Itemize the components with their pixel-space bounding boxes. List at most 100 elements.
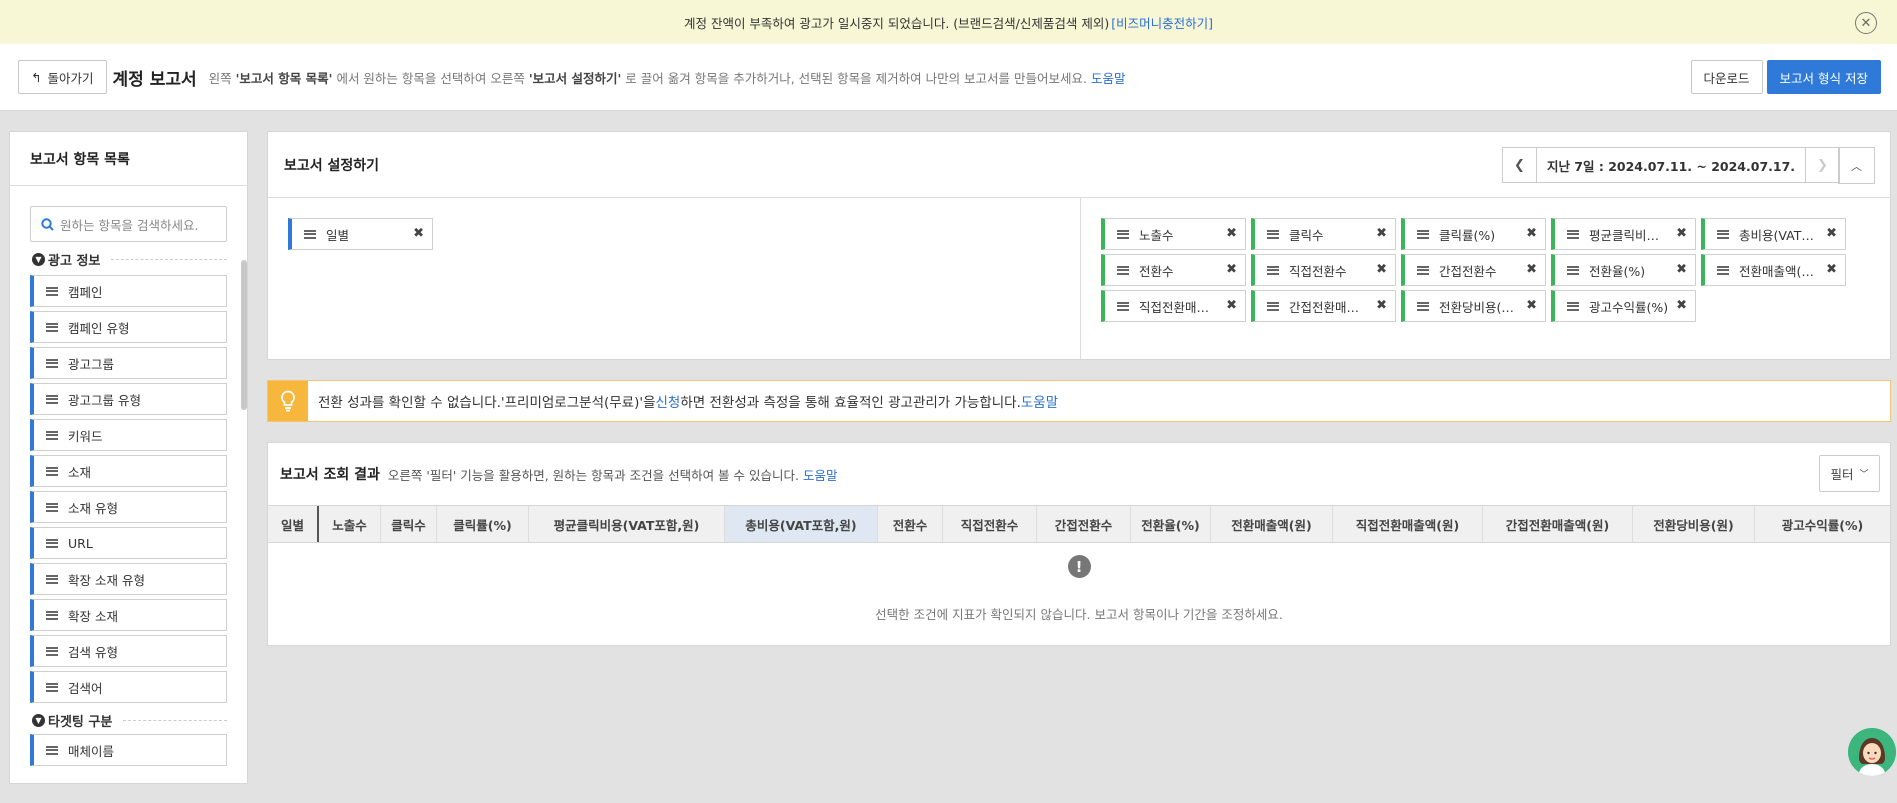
column-header[interactable]: 직접전환매출액(원) [1333, 506, 1483, 542]
close-icon[interactable]: ✕ [1855, 12, 1877, 34]
date-range-label[interactable]: 지난 7일 : 2024.07.11. ~ 2024.07.17. [1536, 148, 1806, 182]
list-item[interactable]: 캠페인 유형 [30, 311, 227, 343]
drag-handle-icon [1117, 301, 1129, 311]
alert-text: 전환 성과를 확인할 수 없습니다.'프리미엄로그분석(무료)'을 [318, 395, 656, 411]
metric-chip[interactable]: 전환율(%) ✖ [1551, 254, 1696, 286]
column-header[interactable]: 간접전환수 [1037, 506, 1131, 542]
desc-part: 에서 원하는 항목을 선택하여 오른쪽 [332, 70, 529, 86]
assistant-avatar-icon [1848, 728, 1896, 776]
list-item[interactable]: 캠페인 [30, 275, 227, 307]
drag-handle-icon [1117, 229, 1129, 239]
column-header[interactable]: 전환율(%) [1131, 506, 1211, 542]
list-item[interactable]: 키워드 [30, 419, 227, 451]
remove-icon[interactable]: ✖ [1226, 263, 1237, 276]
chip-label: 직접전환매… [1139, 299, 1210, 315]
column-header[interactable]: 클릭률(%) [437, 506, 529, 542]
help-link[interactable]: 도움말 [1021, 391, 1058, 411]
metric-chip[interactable]: 간접전환수 ✖ [1401, 254, 1546, 286]
metric-chip[interactable]: 전환당비용(… ✖ [1401, 290, 1546, 322]
group-targeting[interactable]: ▼ 타겟팅 구분 [32, 711, 227, 730]
metric-chip[interactable]: 클릭률(%) ✖ [1401, 218, 1546, 250]
sidebar-scrollbar[interactable] [241, 260, 247, 410]
item-label: 확장 소재 유형 [68, 572, 145, 588]
metric-chip[interactable]: 총비용(VAT… ✖ [1701, 218, 1846, 250]
chevron-down-icon: ▼ [32, 714, 45, 727]
list-item[interactable]: 확장 소재 유형 [30, 563, 227, 595]
remove-icon[interactable]: ✖ [413, 227, 424, 240]
remove-icon[interactable]: ✖ [1826, 263, 1837, 276]
column-header[interactable]: 전환매출액(원) [1211, 506, 1333, 542]
remove-icon[interactable]: ✖ [1376, 227, 1387, 240]
save-format-button[interactable]: 보고서 형식 저장 [1766, 60, 1881, 94]
drag-handle-icon [1417, 301, 1429, 311]
group-label: 타겟팅 구분 [48, 715, 113, 730]
column-header[interactable]: 전환당비용(원) [1633, 506, 1755, 542]
chevron-right-icon[interactable]: ❯ [1806, 148, 1839, 182]
remove-icon[interactable]: ✖ [1526, 227, 1537, 240]
drag-handle-icon [46, 646, 58, 656]
drag-handle-icon [1117, 265, 1129, 275]
metric-chip[interactable]: 전환매출액(… ✖ [1701, 254, 1846, 286]
metric-chip[interactable]: 직접전환매… ✖ [1101, 290, 1246, 322]
chip-label: 전환율(%) [1589, 263, 1646, 279]
back-button[interactable]: ↰ 돌아가기 [18, 60, 107, 94]
chevron-up-icon[interactable]: ︿ [1838, 147, 1875, 184]
row-chip-daily[interactable]: 일별 ✖ [288, 218, 433, 250]
column-header[interactable]: 직접전환수 [943, 506, 1037, 542]
list-item[interactable]: 확장 소재 [30, 599, 227, 631]
back-arrow-icon: ↰ [31, 69, 42, 85]
remove-icon[interactable]: ✖ [1376, 299, 1387, 312]
metric-chip[interactable]: 직접전환수 ✖ [1251, 254, 1396, 286]
list-item[interactable]: 매체이름 [30, 734, 227, 766]
column-header[interactable]: 노출수 [319, 506, 381, 542]
column-header[interactable]: 광고수익률(%) [1755, 506, 1890, 542]
metric-chip[interactable]: 광고수익률(%) ✖ [1551, 290, 1696, 322]
chip-label: 일별 [326, 227, 350, 243]
chat-assistant-avatar[interactable] [1848, 728, 1896, 776]
list-item[interactable]: 광고그룹 유형 [30, 383, 227, 415]
chevron-left-icon[interactable]: ❮ [1503, 148, 1536, 182]
report-settings-panel: 보고서 설정하기 ❮ 지난 7일 : 2024.07.11. ~ 2024.07… [267, 131, 1891, 360]
remove-icon[interactable]: ✖ [1526, 263, 1537, 276]
remove-icon[interactable]: ✖ [1226, 299, 1237, 312]
item-search-input[interactable]: 원하는 항목을 검색하세요. [30, 206, 227, 242]
column-header[interactable]: 간접전환매출액(원) [1483, 506, 1633, 542]
metric-column-area: 노출수 ✖ 클릭수 ✖ 클릭률(%) ✖ 평균클릭비… ✖ 총비용(VAT… ✖ 전환수 ✖… [1081, 198, 1890, 359]
help-link[interactable]: 도움말 [803, 468, 838, 483]
help-link[interactable]: 도움말 [1091, 71, 1126, 86]
chip-label: 간접전환수 [1439, 263, 1497, 279]
column-header[interactable]: 클릭수 [381, 506, 437, 542]
list-item[interactable]: 검색 유형 [30, 635, 227, 667]
metric-chip[interactable]: 전환수 ✖ [1101, 254, 1246, 286]
download-button[interactable]: 다운로드 [1690, 60, 1763, 94]
column-header[interactable]: 평균클릭비용(VAT포함,원) [529, 506, 725, 542]
column-header[interactable]: 일별 [268, 506, 319, 542]
report-results-panel: 보고서 조회 결과 오른쪽 '필터' 기능을 활용하면, 원하는 항목과 조건을… [267, 442, 1891, 646]
remove-icon[interactable]: ✖ [1676, 227, 1687, 240]
apply-link[interactable]: 신청 [656, 391, 681, 411]
list-item[interactable]: 검색어 [30, 671, 227, 703]
conversion-alert: 전환 성과를 확인할 수 없습니다.'프리미엄로그분석(무료)'을 신청 하면 … [267, 380, 1891, 422]
filter-button[interactable]: 필터 ﹀ [1819, 455, 1880, 492]
remove-icon[interactable]: ✖ [1376, 263, 1387, 276]
metric-chip[interactable]: 노출수 ✖ [1101, 218, 1246, 250]
list-item[interactable]: 소재 [30, 455, 227, 487]
remove-icon[interactable]: ✖ [1226, 227, 1237, 240]
chip-label: 클릭수 [1289, 227, 1324, 243]
chip-label: 노출수 [1139, 227, 1174, 243]
remove-icon[interactable]: ✖ [1526, 299, 1537, 312]
column-header[interactable]: 전환수 [878, 506, 943, 542]
metric-chip[interactable]: 간접전환매… ✖ [1251, 290, 1396, 322]
metric-chip[interactable]: 클릭수 ✖ [1251, 218, 1396, 250]
list-item[interactable]: 광고그룹 [30, 347, 227, 379]
remove-icon[interactable]: ✖ [1676, 263, 1687, 276]
group-ad-info[interactable]: ▼ 광고 정보 [32, 250, 227, 269]
metric-chip[interactable]: 평균클릭비… ✖ [1551, 218, 1696, 250]
bizmoney-charge-link[interactable]: [비즈머니충전하기] [1111, 13, 1213, 32]
list-item[interactable]: URL [30, 527, 227, 559]
table-header: 일별 노출수 클릭수 클릭률(%) 평균클릭비용(VAT포함,원) 총비용(VA… [268, 505, 1890, 543]
remove-icon[interactable]: ✖ [1826, 227, 1837, 240]
remove-icon[interactable]: ✖ [1676, 299, 1687, 312]
list-item[interactable]: 소재 유형 [30, 491, 227, 523]
column-header[interactable]: 총비용(VAT포함,원) [725, 506, 878, 542]
